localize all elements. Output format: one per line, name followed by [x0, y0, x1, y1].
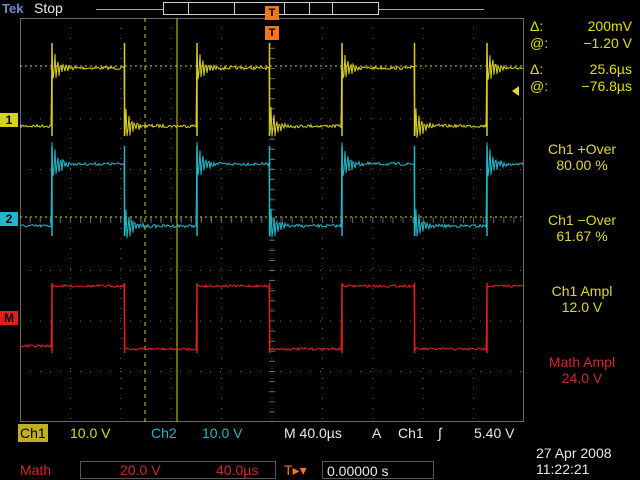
- trigger-position-value[interactable]: 0.00000 s: [322, 461, 434, 479]
- record-tick: [332, 3, 333, 14]
- graticule: [20, 18, 524, 422]
- date: 27 Apr 2008: [536, 445, 612, 461]
- measurement-ch1-pos-overshoot[interactable]: Ch1 +Over 80.00 %: [524, 141, 640, 173]
- trigger-level[interactable]: 5.40 V: [474, 424, 514, 442]
- timebase[interactable]: M 40.0µs: [284, 424, 342, 442]
- math-ground-marker[interactable]: M: [0, 311, 18, 325]
- measurement-value: 24.0 V: [561, 370, 603, 386]
- at-symbol: @:: [530, 78, 549, 94]
- top-status-bar: Tek Stop: [0, 0, 640, 18]
- record-line-right: [379, 9, 484, 10]
- trigger-position-marker[interactable]: T: [265, 6, 279, 20]
- acquisition-status: Stop: [34, 0, 63, 16]
- settings-bar: Ch1 10.0 V Ch2 10.0 V M 40.0µs A Ch1 ∫ 5…: [18, 424, 524, 442]
- math-label[interactable]: Math: [20, 461, 51, 479]
- ch1-label[interactable]: Ch1: [18, 424, 48, 442]
- ch2-scale[interactable]: 10.0 V: [202, 424, 242, 442]
- trigger-time-marker[interactable]: T: [265, 26, 279, 40]
- measurement-ch1-amplitude[interactable]: Ch1 Ampl 12.0 V: [524, 283, 640, 315]
- trigger-position-icon[interactable]: T▸▾: [284, 461, 307, 479]
- brand-logo: Tek: [2, 1, 24, 16]
- measurement-ch1-neg-overshoot[interactable]: Ch1 −Over 61.67 %: [524, 212, 640, 244]
- math-trace: [20, 283, 524, 352]
- trigger-slope-icon[interactable]: ∫: [438, 424, 442, 442]
- record-line-left: [96, 9, 163, 10]
- time-at: −76.8µs: [581, 78, 633, 94]
- trigger-source[interactable]: Ch1: [398, 424, 424, 442]
- voltage-delta: 200mV: [587, 18, 632, 34]
- record-window[interactable]: [284, 2, 310, 15]
- ch2-label[interactable]: Ch2: [151, 424, 177, 442]
- measurement-math-amplitude[interactable]: Math Ampl 24.0 V: [524, 354, 640, 386]
- ch1-scale[interactable]: 10.0 V: [70, 424, 110, 442]
- measurement-value: 61.67 %: [556, 228, 608, 244]
- measurement-name: Math Ampl: [548, 354, 616, 370]
- math-scale: 20.0 V: [120, 462, 161, 478]
- measurement-name: Ch1 +Over: [547, 141, 617, 157]
- ch2-ground-marker[interactable]: 2: [0, 212, 18, 226]
- trigger-level-marker[interactable]: [512, 86, 519, 96]
- cursor-readout: Δ: 200mV @: −1.20 V Δ: 25.6µs @: −76.8µs: [524, 18, 640, 95]
- at-symbol: @:: [530, 35, 549, 51]
- trigger-mode[interactable]: A: [372, 424, 381, 442]
- record-tick: [188, 3, 189, 14]
- datetime: 27 Apr 2008 11:22:21: [536, 445, 612, 477]
- record-tick: [234, 3, 235, 14]
- measurement-name: Ch1 Ampl: [551, 283, 613, 299]
- math-timebase: 40.0µs: [216, 462, 259, 478]
- delta-symbol: Δ:: [530, 18, 544, 34]
- time-delta: 25.6µs: [589, 61, 632, 77]
- time: 11:22:21: [536, 461, 590, 477]
- math-bar: Math 20.0 V 40.0µs T▸▾ 0.00000 s: [18, 461, 524, 479]
- delta-symbol: Δ:: [530, 61, 544, 77]
- measurement-name: Ch1 −Over: [547, 212, 617, 228]
- measurement-value: 12.0 V: [561, 299, 603, 315]
- measurement-value: 80.00 %: [556, 157, 608, 173]
- waveform-display[interactable]: [20, 18, 524, 422]
- ch1-ground-marker[interactable]: 1: [0, 113, 18, 127]
- voltage-at: −1.20 V: [583, 35, 632, 51]
